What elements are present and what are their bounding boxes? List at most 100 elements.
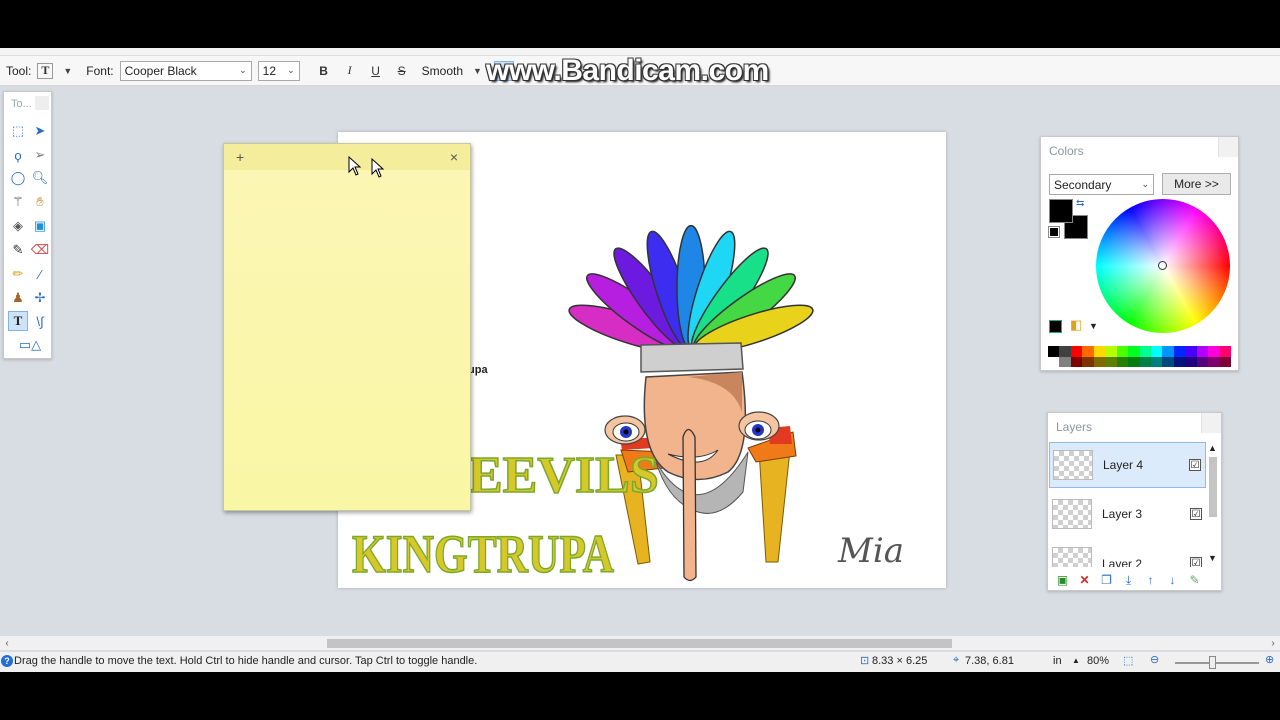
pencil-icon[interactable]: ✏︎ (8, 264, 28, 284)
palette-swatch[interactable] (1208, 356, 1220, 367)
text-tool-icon[interactable]: T (37, 62, 54, 79)
palette-swatch[interactable] (1173, 346, 1186, 357)
eraser-icon[interactable]: ⌫ (30, 240, 50, 260)
italic-button[interactable]: I (340, 61, 360, 81)
chevron-up-icon[interactable]: ▲ (1072, 656, 1080, 665)
layer-row[interactable]: Layer 2 ☑ (1049, 539, 1206, 567)
strikethrough-button[interactable]: S (392, 61, 412, 81)
palette-swatch[interactable] (1150, 346, 1163, 357)
palette-swatch[interactable] (1219, 356, 1231, 367)
lasso-select-icon[interactable]: ϙ (8, 145, 28, 165)
palette-swatch[interactable] (1150, 356, 1163, 367)
palette-swatch[interactable] (1082, 356, 1094, 367)
palette-swatch[interactable] (1048, 346, 1060, 357)
gradient-icon[interactable]: ▣ (30, 216, 50, 236)
sticky-note-header[interactable]: + × (224, 144, 470, 170)
reset-colors-icon[interactable] (1048, 226, 1060, 238)
palette-swatch[interactable] (1082, 346, 1094, 357)
paint-bucket-icon[interactable]: ◈ (8, 216, 28, 236)
palette-swatch[interactable] (1185, 356, 1197, 367)
bold-button[interactable]: B (314, 61, 334, 81)
scroll-right-icon[interactable]: › (1266, 636, 1280, 650)
layer-visibility-checkbox[interactable]: ☑ (1189, 459, 1201, 471)
palette-swatch[interactable] (1105, 346, 1117, 357)
palette-swatch[interactable] (1093, 346, 1106, 357)
zoom-slider-knob[interactable] (1209, 656, 1216, 669)
font-select[interactable]: Cooper Black ⌄ (119, 60, 252, 81)
palette-swatch[interactable] (1219, 346, 1231, 357)
palette-swatch[interactable] (1128, 346, 1140, 357)
rectangle-select-icon[interactable]: ⬚ (8, 121, 28, 141)
palette-swatch[interactable] (1139, 346, 1151, 357)
close-icon[interactable] (35, 96, 49, 110)
palette-swatch[interactable] (1105, 356, 1117, 367)
shapes-icon[interactable]: ▭△ (13, 335, 47, 355)
clone-stamp-icon[interactable]: ♟ (8, 288, 28, 308)
layers-scrollbar[interactable]: ▲ ▼ (1207, 443, 1219, 563)
underline-button[interactable]: U (366, 61, 386, 81)
palette-swatch[interactable] (1139, 356, 1151, 367)
palette-swatch[interactable] (1059, 356, 1071, 367)
primary-color-swatch[interactable] (1049, 199, 1073, 223)
zoom-out-icon[interactable]: ⊖ (1150, 653, 1159, 666)
pan-hand-icon[interactable]: ✋︎ (30, 192, 50, 212)
palette-swatch[interactable] (1196, 346, 1209, 357)
scroll-up-icon[interactable]: ▲ (1208, 443, 1217, 453)
scroll-down-icon[interactable]: ▼ (1208, 553, 1217, 563)
move-selected-icon[interactable]: ➢ (30, 145, 50, 165)
merge-layer-down-icon[interactable]: ⤓ (1120, 572, 1137, 589)
palette-swatch[interactable] (1173, 356, 1186, 367)
palette-swatch[interactable] (1162, 346, 1174, 357)
move-layer-up-icon[interactable]: ↑ (1142, 572, 1159, 589)
add-to-palette-icon[interactable] (1049, 320, 1062, 333)
scroll-thumb[interactable] (327, 639, 952, 648)
palette-menu-icon[interactable]: ◧ (1070, 317, 1082, 333)
magic-wand-icon[interactable]: ⚚ (8, 192, 28, 212)
paintbrush-icon[interactable]: ✎ (8, 240, 28, 260)
palette-swatch[interactable] (1116, 346, 1129, 357)
color-palette[interactable] (1048, 346, 1231, 367)
scroll-left-icon[interactable]: ‹ (0, 636, 14, 650)
palette-swatch[interactable] (1196, 356, 1209, 367)
close-note-button[interactable]: × (450, 149, 458, 165)
move-layer-down-icon[interactable]: ↓ (1164, 572, 1181, 589)
horizontal-scrollbar[interactable]: ‹ › (0, 636, 1280, 650)
layer-row[interactable]: Layer 4 ☑ (1049, 442, 1206, 488)
palette-swatch[interactable] (1208, 346, 1220, 357)
color-wheel-cursor[interactable] (1158, 261, 1167, 270)
scroll-thumb[interactable] (1209, 457, 1217, 517)
color-picker-icon[interactable]: ⁄ (30, 264, 50, 284)
sticky-note-window[interactable]: + × (223, 143, 471, 511)
palette-swatch[interactable] (1070, 356, 1083, 367)
layer-row[interactable]: Layer 3 ☑ (1049, 491, 1206, 537)
units-select[interactable]: in (1053, 655, 1062, 667)
line-curve-icon[interactable]: \∫ (30, 311, 50, 331)
palette-swatch[interactable] (1116, 356, 1129, 367)
ellipse-select-icon[interactable]: ◯ (8, 168, 28, 188)
layer-properties-icon[interactable]: ✎ (1186, 572, 1203, 589)
zoom-in-icon[interactable]: ⊕ (1265, 653, 1274, 666)
font-size-select[interactable]: 12 ⌄ (257, 60, 300, 81)
zoom-slider-track[interactable] (1175, 662, 1259, 664)
palette-swatch[interactable] (1185, 346, 1197, 357)
palette-swatch[interactable] (1093, 356, 1106, 367)
add-layer-icon[interactable]: ▣ (1054, 572, 1071, 589)
chevron-down-icon[interactable]: ▼ (63, 66, 72, 76)
palette-swatch[interactable] (1059, 346, 1071, 357)
chevron-down-icon[interactable]: ▼ (1089, 321, 1098, 331)
zoom-icon[interactable]: 🔍︎ (30, 168, 50, 188)
color-mode-select[interactable]: Secondary ⌄ (1049, 174, 1154, 195)
palette-swatch[interactable] (1128, 356, 1140, 367)
close-icon[interactable] (1201, 413, 1221, 433)
swap-colors-icon[interactable]: ⇆ (1076, 198, 1084, 209)
zoom-level[interactable]: 80% (1087, 655, 1109, 667)
recolor-icon[interactable]: ✢ (30, 288, 50, 308)
close-icon[interactable] (1218, 137, 1238, 157)
palette-swatch[interactable] (1162, 356, 1174, 367)
antialias-select[interactable]: Smooth (422, 64, 463, 78)
layer-visibility-checkbox[interactable]: ☑ (1190, 508, 1202, 520)
move-selection-icon[interactable]: ➤ (30, 121, 50, 141)
zoom-to-window-icon[interactable]: ⬚ (1123, 654, 1133, 667)
more-colors-button[interactable]: More >> (1162, 173, 1231, 195)
palette-swatch[interactable] (1048, 356, 1060, 367)
